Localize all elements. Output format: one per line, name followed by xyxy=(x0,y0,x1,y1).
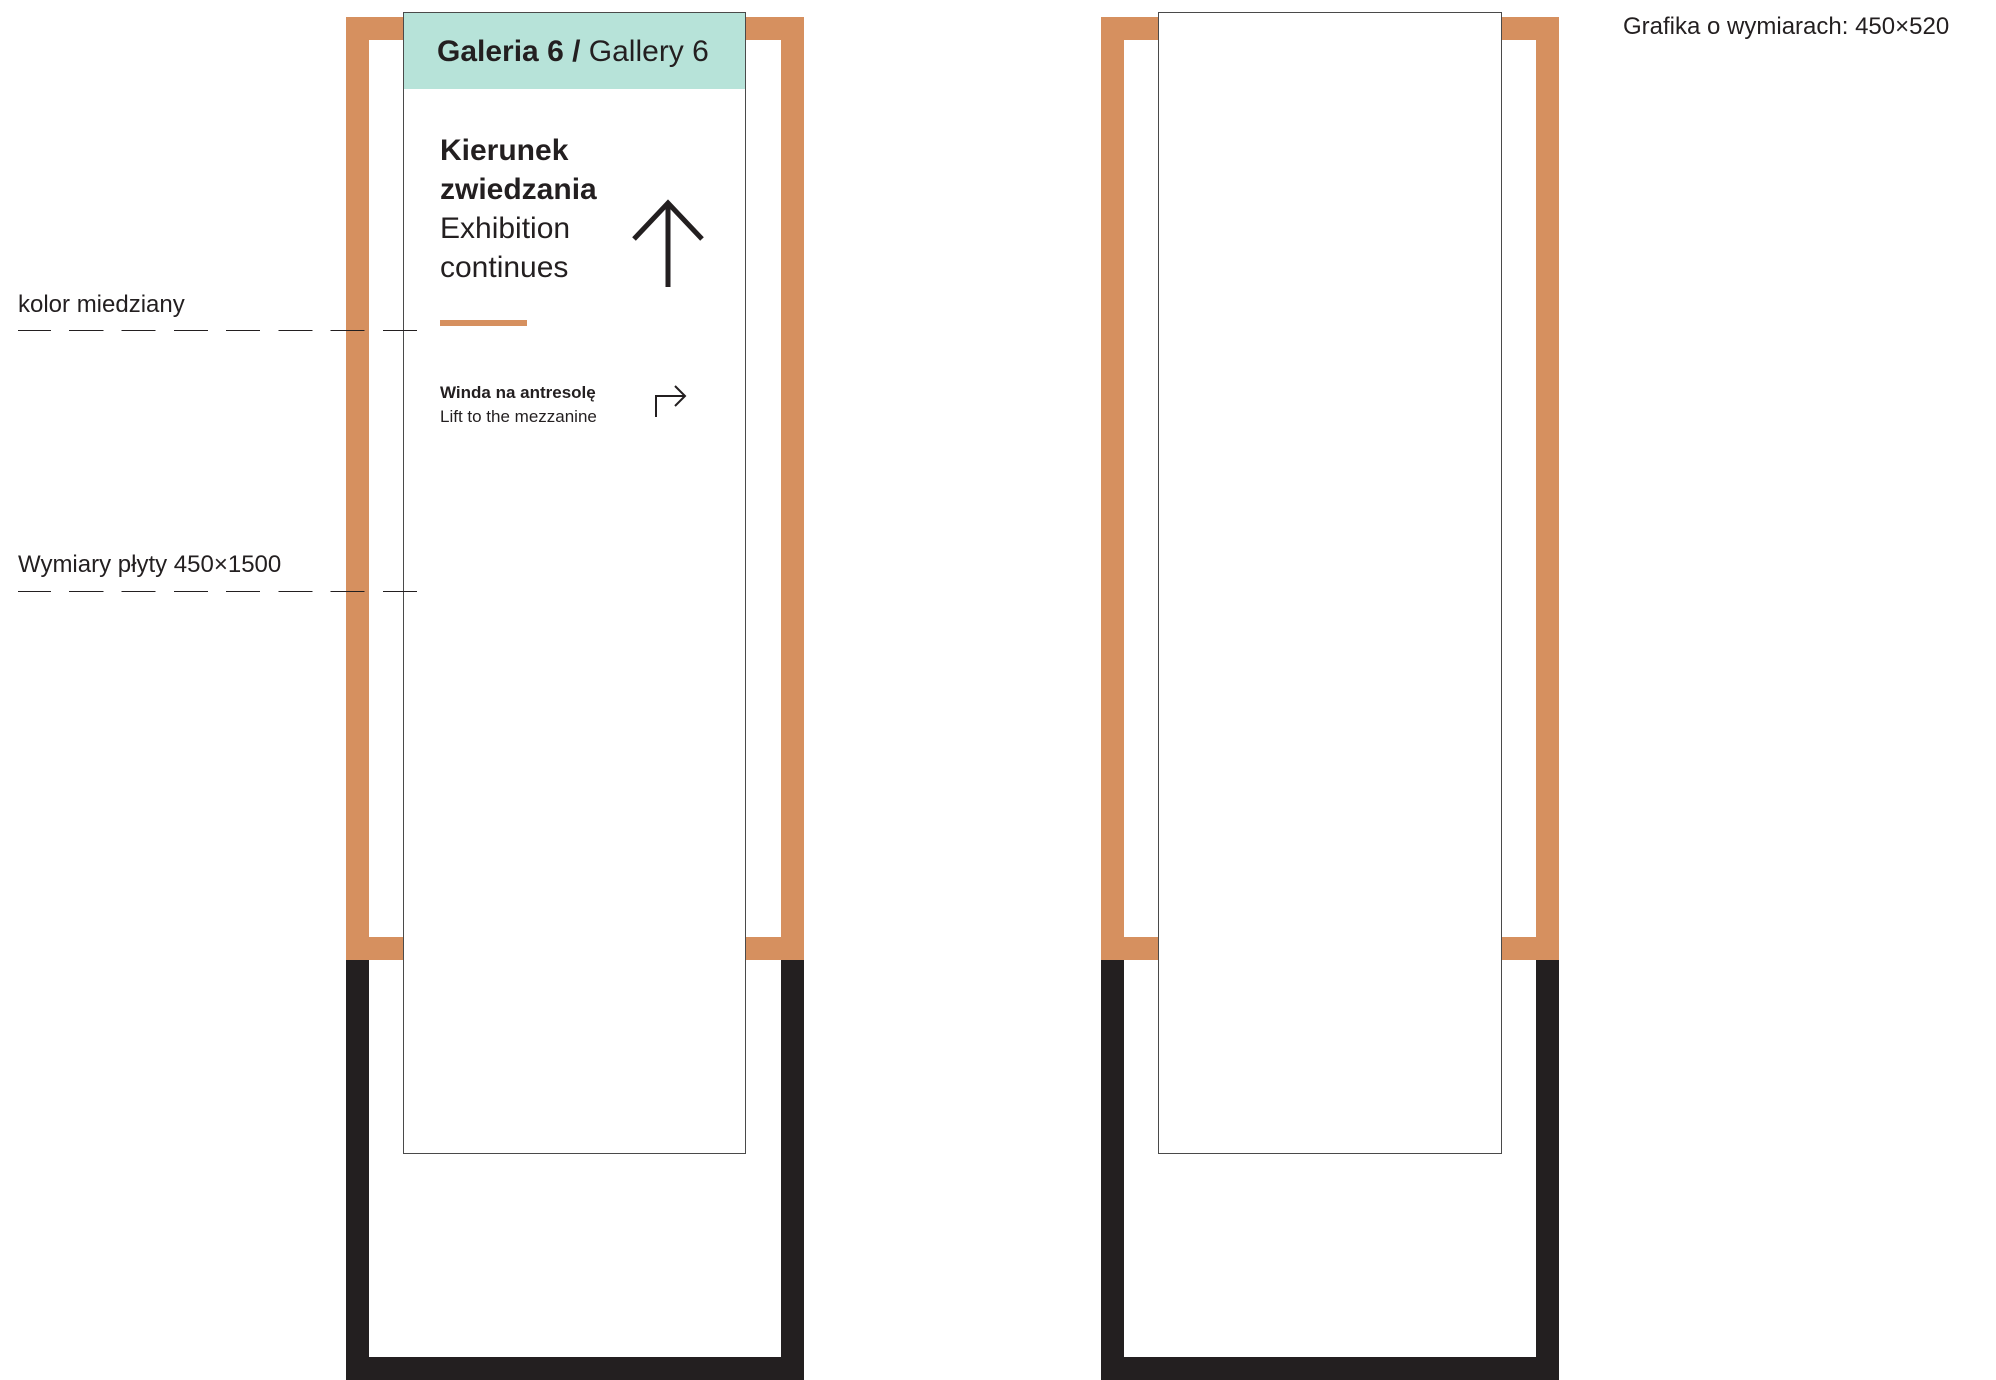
direction-english-line-2: continues xyxy=(440,251,569,284)
direction-text: Kierunek zwiedzania Exhibition continues xyxy=(440,131,597,287)
direction-polish-line-1: Kierunek xyxy=(440,134,569,167)
arrow-up-icon xyxy=(632,199,704,287)
left-sign-panel: Galeria 6 / Gallery 6 Kierunek zwiedzani… xyxy=(403,12,746,1154)
lift-text: Winda na antresolę Lift to the mezzanine xyxy=(440,381,597,429)
copper-accent-line xyxy=(440,320,527,326)
leader-line-plate xyxy=(18,591,432,592)
annotation-graphic-dimensions: Grafika o wymiarach: 450×520 xyxy=(1623,13,1950,40)
lift-polish: Winda na antresolę xyxy=(440,383,596,402)
header-polish: Galeria 6 / xyxy=(437,35,581,68)
header-english: Gallery 6 xyxy=(588,35,709,68)
annotation-copper-color: kolor miedziany xyxy=(18,291,185,318)
leader-line-copper xyxy=(18,330,432,331)
right-sign-panel-blank xyxy=(1158,12,1502,1154)
sign-header-title: Galeria 6 / Gallery 6 xyxy=(437,34,709,70)
direction-english-line-1: Exhibition xyxy=(440,212,571,245)
annotation-plate-dimensions: Wymiary płyty 450×1500 xyxy=(18,551,282,578)
turn-right-arrow-icon xyxy=(655,385,687,417)
lift-english: Lift to the mezzanine xyxy=(440,407,597,426)
sign-header-band: Galeria 6 / Gallery 6 xyxy=(404,13,745,89)
direction-polish-line-2: zwiedzania xyxy=(440,173,597,206)
